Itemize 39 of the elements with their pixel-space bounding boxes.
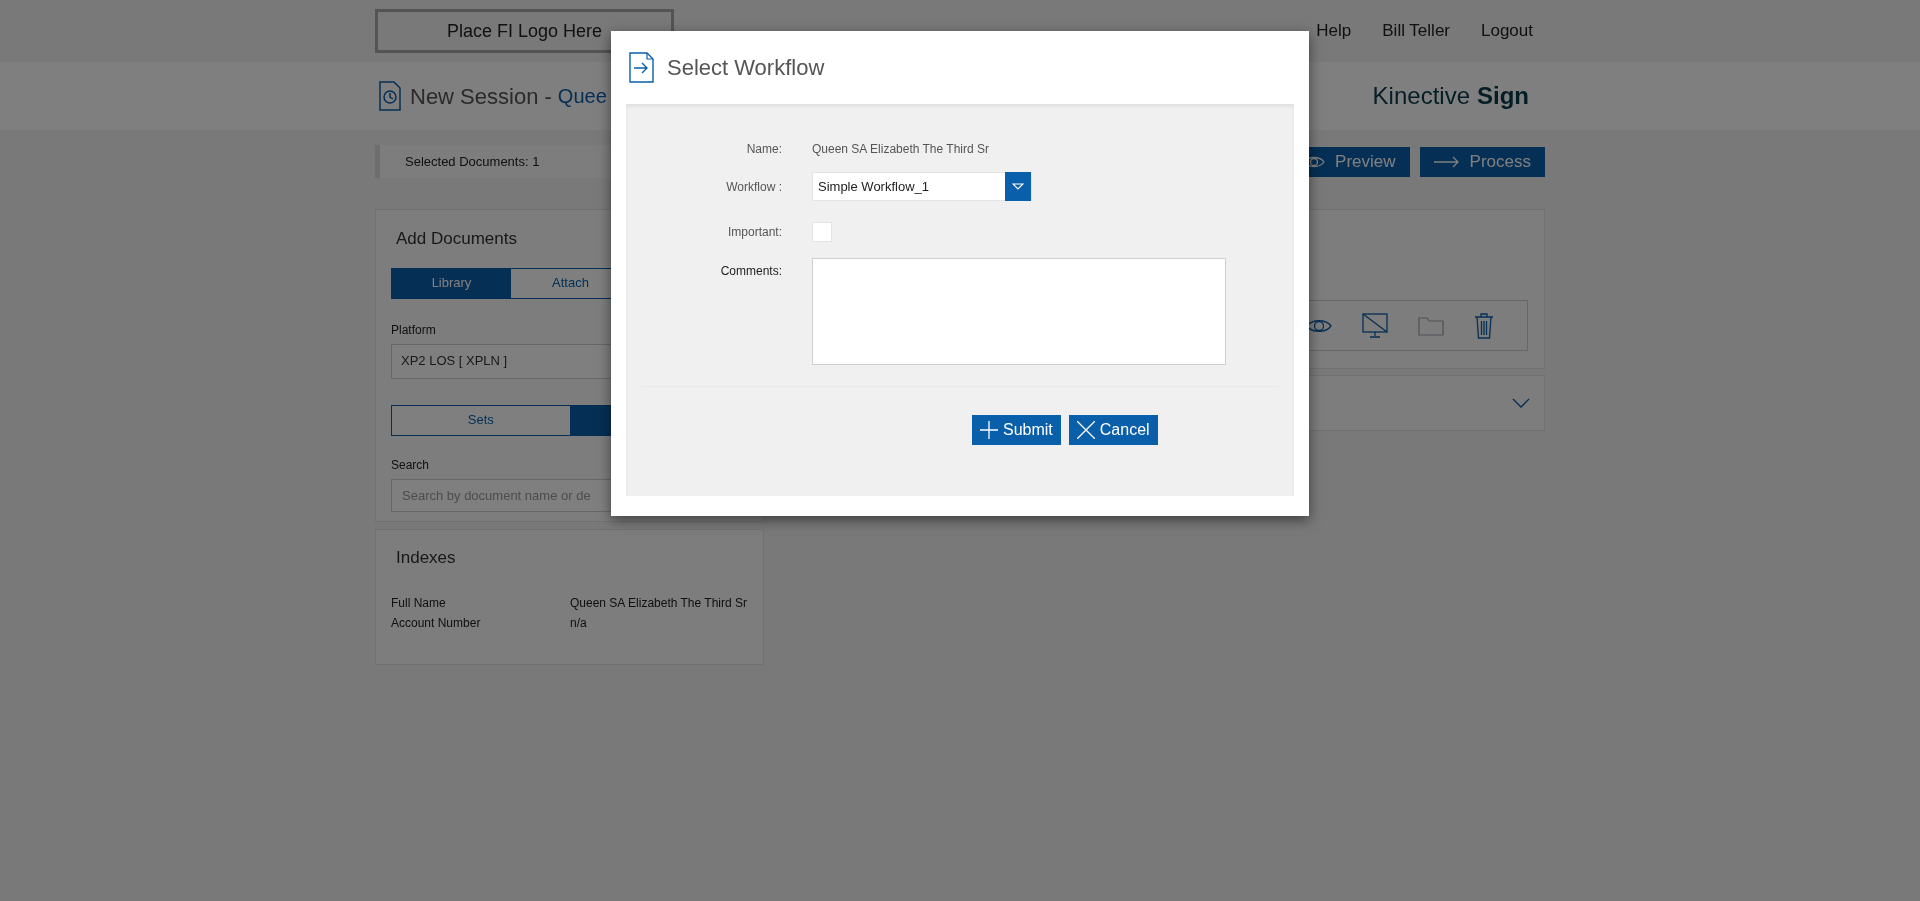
important-checkbox[interactable]	[812, 222, 832, 242]
chevron-down-icon	[1512, 398, 1530, 408]
dropdown-button[interactable]	[1005, 172, 1031, 201]
process-button[interactable]: Process	[1419, 146, 1545, 177]
folder-icon	[1418, 315, 1444, 336]
name-value: Queen SA Elizabeth The Third Sr	[812, 141, 990, 158]
dialog-title: Select Workflow	[667, 54, 825, 82]
document-arrow-icon	[629, 52, 654, 83]
nav-link[interactable]: Bill Teller	[1382, 18, 1450, 44]
nav-link[interactable]: Help	[1316, 18, 1352, 44]
field-label: Workflow :	[725, 178, 782, 196]
monitor-icon	[1362, 312, 1388, 339]
panel-title: Indexes	[395, 547, 457, 569]
plus-icon	[980, 421, 998, 439]
index-label: Account Number	[391, 614, 482, 632]
index-label: Full Name	[391, 594, 447, 612]
trash-icon	[1474, 312, 1494, 339]
field-label: Comments:	[719, 263, 782, 280]
cancel-button[interactable]: Cancel	[1068, 415, 1158, 445]
brand-name: Sign	[1477, 81, 1529, 111]
history-document-icon	[378, 81, 402, 111]
workflow-select[interactable]: Simple Workflow_1	[812, 172, 1032, 201]
index-value: n/a	[570, 614, 588, 632]
comments-field[interactable]	[812, 258, 1226, 365]
session-title: New Session -	[410, 82, 552, 111]
logo-text: Place FI Logo Here	[446, 19, 603, 43]
field-label: Platform	[391, 321, 437, 339]
tab[interactable]: Library	[392, 268, 511, 298]
customer-name: Quee	[557, 84, 607, 109]
submit-button[interactable]: Submit	[972, 415, 1061, 445]
field-label: Important:	[726, 224, 782, 241]
index-value: Queen SA Elizabeth The Third Sr	[570, 594, 748, 612]
brand-name: Kinective	[1372, 81, 1470, 111]
caret-down-icon	[1012, 183, 1024, 190]
close-icon	[1076, 421, 1095, 439]
arrow-right-icon	[1433, 155, 1460, 168]
field-label: Search	[391, 456, 431, 474]
nav-link[interactable]: Logout	[1481, 18, 1533, 44]
eye-icon	[1306, 317, 1332, 334]
